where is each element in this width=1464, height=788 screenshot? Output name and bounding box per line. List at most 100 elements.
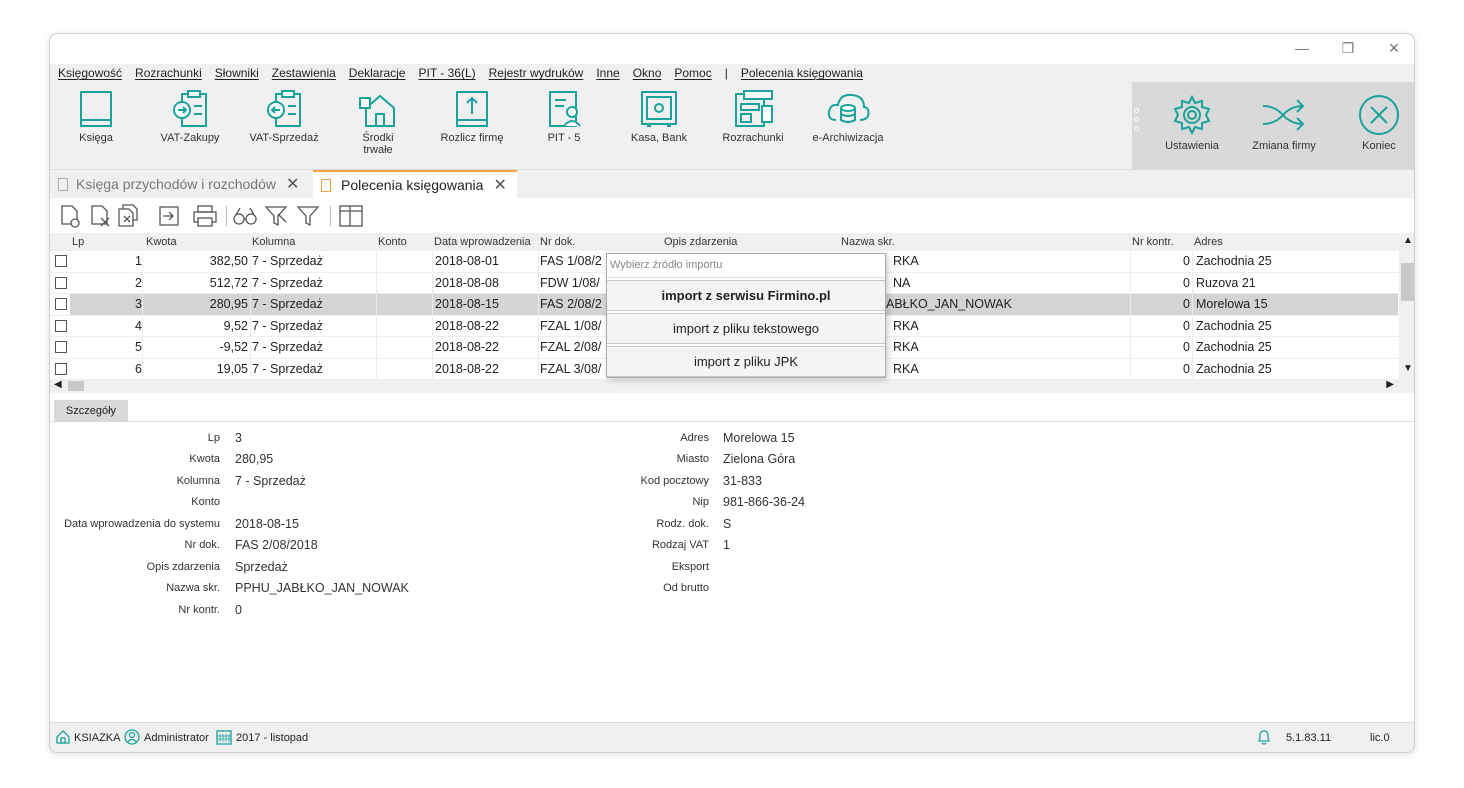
detail-label: Opis zdarzenia: [146, 561, 220, 573]
row-checkbox[interactable]: [55, 341, 67, 353]
menu-separator: |: [724, 66, 728, 80]
ribbon-ustawienia-button[interactable]: Ustawienia: [1156, 94, 1228, 152]
ribbon-pit5-button[interactable]: PIT - 5: [536, 90, 592, 144]
columns-icon[interactable]: [338, 204, 364, 228]
detail-label: Adres: [680, 432, 709, 444]
tab-ksiega[interactable]: Księga przychodów i rozchodów ✕: [50, 170, 310, 198]
menu-ksiegowosc[interactable]: Księgowość: [58, 66, 122, 80]
delete-document-icon[interactable]: [88, 204, 112, 228]
minimize-icon[interactable]: —: [1290, 40, 1314, 57]
import-jpk-option[interactable]: import z pliku JPK: [607, 346, 885, 377]
ribbon-e-archiwizacja-button[interactable]: e-Archiwizacja: [808, 90, 888, 144]
binoculars-icon[interactable]: [232, 204, 258, 228]
horizontal-scrollbar[interactable]: ◀ ▶: [50, 379, 1414, 393]
cell-kwota: 512,72: [209, 275, 248, 290]
menu-deklaracje[interactable]: Deklaracje: [349, 66, 406, 80]
import-firmino-option[interactable]: import z serwisu Firmino.pl: [607, 280, 885, 311]
close-icon[interactable]: ✕: [1382, 40, 1406, 57]
detail-value: 3: [235, 431, 242, 445]
col-nazwa[interactable]: Nazwa skr.: [841, 236, 895, 248]
vertical-scrollbar[interactable]: ▲ ▼: [1399, 233, 1414, 379]
menu-slowniki[interactable]: Słowniki: [215, 66, 259, 80]
menu-okno[interactable]: Okno: [633, 66, 662, 80]
col-opis[interactable]: Opis zdarzenia: [664, 236, 737, 248]
cell-nrdok: FDW 1/08/: [540, 275, 600, 290]
bell-icon[interactable]: [1256, 728, 1272, 749]
ribbon-rozrachunki-button[interactable]: Rozrachunki: [718, 90, 788, 144]
ribbon-rozlicz-button[interactable]: Rozlicz firmę: [434, 90, 510, 144]
status-version: 5.1.83.11: [1286, 732, 1332, 744]
hscroll-thumb[interactable]: [68, 381, 84, 391]
col-nrkontr[interactable]: Nr kontr.: [1132, 236, 1174, 248]
import-icon[interactable]: [158, 204, 180, 228]
tab-polecenia-label: Polecenia księgowania: [341, 177, 484, 193]
ribbon-srodki-label: Środki trwałe: [362, 132, 394, 156]
status-user: Administrator: [144, 732, 209, 744]
import-source-popup: Wybierz źródło importu import z serwisu …: [606, 253, 886, 378]
menu-rejestr[interactable]: Rejestr wydruków: [489, 66, 584, 80]
ribbon-grip-icon[interactable]: [1134, 108, 1140, 135]
delete-multiple-icon[interactable]: [116, 204, 142, 228]
col-nrdok[interactable]: Nr dok.: [540, 236, 575, 248]
cell-data: 2018-08-01: [435, 254, 499, 268]
cell-kwota: 9,52: [223, 318, 248, 333]
scroll-up-icon[interactable]: ▲: [1403, 235, 1413, 246]
import-text-file-option[interactable]: import z pliku tekstowego: [607, 313, 885, 344]
user-icon: [124, 729, 140, 748]
col-lp[interactable]: Lp: [72, 236, 84, 248]
detail-label: Od brutto: [663, 582, 709, 594]
ribbon-srodki-trwale-button[interactable]: Środki trwałe: [350, 90, 406, 156]
ribbon-koniec-button[interactable]: Koniec: [1346, 94, 1412, 152]
scroll-thumb[interactable]: [1401, 263, 1414, 301]
cell-kolumna: 7 - Sprzedaż: [252, 361, 323, 376]
row-checkbox[interactable]: [55, 298, 67, 310]
tab-polecenia-close-icon[interactable]: ✕: [493, 175, 506, 195]
menu-polecenia[interactable]: Polecenia księgowania: [741, 66, 863, 80]
row-checkbox[interactable]: [55, 276, 67, 289]
tab-ksiega-close-icon[interactable]: ✕: [286, 174, 299, 194]
row-checkbox[interactable]: [55, 362, 67, 375]
title-bar: — ❐ ✕: [50, 34, 1414, 64]
ribbon-kasa-bank-button[interactable]: Kasa, Bank: [628, 90, 690, 144]
filter-icon[interactable]: [296, 204, 322, 228]
ribbon-zmiana-firmy-button[interactable]: Zmiana firmy: [1246, 94, 1322, 152]
cell-nrdok: FAS 2/08/2: [540, 297, 602, 311]
scroll-down-icon[interactable]: ▼: [1403, 363, 1413, 374]
menu-inne[interactable]: Inne: [596, 66, 619, 80]
scroll-left-icon[interactable]: ◀: [54, 379, 62, 390]
ribbon-ustawienia-label: Ustawienia: [1165, 140, 1219, 152]
status-period[interactable]: 2017 - listopad: [236, 732, 308, 744]
add-document-icon[interactable]: [58, 204, 82, 228]
row-checkbox[interactable]: [55, 255, 67, 267]
scroll-right-icon[interactable]: ▶: [1386, 379, 1394, 390]
col-adres[interactable]: Adres: [1194, 236, 1223, 248]
col-konto[interactable]: Konto: [378, 236, 407, 248]
ribbon-kasa-label: Kasa, Bank: [630, 132, 688, 144]
print-icon[interactable]: [192, 204, 218, 228]
detail-value: 0: [235, 603, 242, 617]
col-kwota[interactable]: Kwota: [146, 236, 177, 248]
col-kolumna[interactable]: Kolumna: [252, 236, 295, 248]
detail-label: Konto: [191, 496, 220, 508]
col-data[interactable]: Data wprowadzenia: [434, 236, 531, 248]
tab-szczegoly[interactable]: Szczegóły: [54, 400, 128, 422]
row-checkbox[interactable]: [55, 319, 67, 332]
restore-icon[interactable]: ❐: [1336, 40, 1360, 57]
menu-zestawienia[interactable]: Zestawienia: [272, 66, 336, 80]
ribbon-vat-zakupy-button[interactable]: VAT-Zakupy: [154, 90, 226, 144]
ribbon-vat-sprzedaz-button[interactable]: VAT-Sprzedaż: [246, 90, 322, 144]
detail-value: S: [723, 517, 732, 531]
tab-polecenia[interactable]: Polecenia księgowania ✕: [313, 170, 517, 198]
calendar-icon: [216, 729, 232, 748]
menu-pomoc[interactable]: Pomoc: [674, 66, 711, 80]
ribbon-ksiega-button[interactable]: Księga: [68, 90, 124, 144]
document-icon: [321, 178, 331, 192]
filter-edit-icon[interactable]: [264, 204, 290, 228]
detail-label: Nr dok.: [184, 539, 220, 551]
cell-lp: 5: [135, 340, 142, 354]
cell-nrkontr: 0: [1183, 254, 1190, 268]
menu-pit36[interactable]: PIT - 36(L): [418, 66, 475, 80]
ribbon-pit5-label: PIT - 5: [547, 132, 581, 144]
cell-nazwa: RKA: [893, 318, 919, 333]
menu-rozrachunki[interactable]: Rozrachunki: [135, 66, 202, 80]
